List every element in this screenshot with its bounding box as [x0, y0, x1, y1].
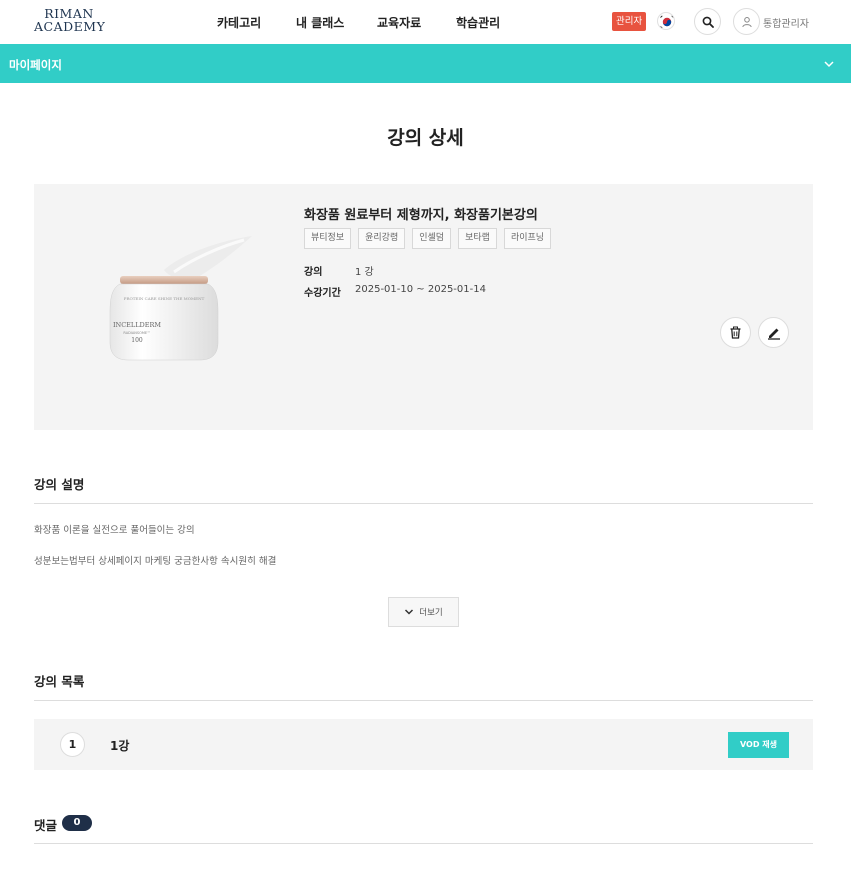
korea-flag-icon[interactable] — [657, 12, 675, 30]
user-icon — [741, 16, 752, 27]
edit-button[interactable] — [758, 317, 789, 348]
description-title: 강의 설명 — [34, 477, 85, 492]
nav-edu-materials[interactable]: 교육자료 — [377, 14, 421, 31]
top-header: RIMAN ACADEMY 카테고리 내 클래스 교육자료 학습관리 관리자 통… — [0, 0, 851, 44]
course-thumbnail: PROTEIN CARE SHINE THE MOMENT INCELLDERM… — [109, 236, 252, 361]
period-value: 2025-01-10 ~ 2025-01-14 — [355, 284, 486, 295]
comments-title: 댓글 — [34, 818, 58, 833]
more-button[interactable]: 더보기 — [388, 597, 459, 627]
mypage-bar[interactable]: 마이페이지 — [0, 44, 851, 83]
lecture-count-label: 강의 — [304, 267, 323, 278]
nav-learning-management[interactable]: 학습관리 — [456, 14, 500, 31]
tag[interactable]: 보타랩 — [458, 228, 497, 249]
comment-count-badge: 0 — [62, 815, 92, 831]
period-label: 수강기간 — [304, 288, 341, 299]
chevron-down-icon[interactable] — [823, 58, 835, 70]
pencil-icon — [767, 328, 780, 340]
tag[interactable]: 뷰티정보 — [304, 228, 352, 249]
jar-sub-text: RADIANSOME™ — [123, 331, 150, 335]
lecture-row: 1 1강 VOD 재생 — [34, 719, 813, 770]
search-icon — [702, 16, 714, 28]
vod-play-button[interactable]: VOD 재생 — [728, 732, 789, 758]
tag[interactable]: 라이프닝 — [503, 228, 552, 249]
chevron-down-icon — [405, 609, 414, 615]
mypage-label: 마이페이지 — [9, 58, 62, 72]
lecture-name[interactable]: 1강 — [110, 737, 129, 754]
tag[interactable]: 인셀덤 — [412, 228, 452, 249]
more-label: 더보기 — [419, 608, 443, 618]
lecture-count-value: 1 강 — [355, 267, 374, 278]
tag[interactable]: 윤리강령 — [358, 228, 406, 249]
course-title: 화장품 원료부터 제형까지, 화장품기본강의 — [304, 208, 538, 223]
description-line: 화장품 이론을 실전으로 풀어들이는 강의 — [34, 525, 195, 536]
divider — [34, 700, 813, 701]
main-nav: 카테고리 내 클래스 교육자료 학습관리 — [0, 14, 851, 32]
admin-badge[interactable]: 관리자 — [612, 12, 647, 31]
search-button[interactable] — [694, 8, 721, 35]
jar-num-text: 100 — [131, 337, 143, 344]
course-tags: 뷰티정보 윤리강령 인셀덤 보타랩 라이프닝 — [304, 228, 552, 249]
user-avatar-button[interactable] — [733, 8, 760, 35]
nav-category[interactable]: 카테고리 — [217, 14, 261, 31]
lecture-number: 1 — [60, 732, 85, 757]
divider — [34, 843, 813, 844]
nav-my-class[interactable]: 내 클래스 — [296, 14, 344, 31]
delete-button[interactable] — [720, 317, 751, 348]
jar-cap-text: PROTEIN CARE SHINE THE MOMENT — [124, 296, 205, 301]
page-title: 강의 상세 — [387, 127, 464, 149]
description-line: 성분보는법부터 상세페이지 마케팅 궁금한사항 속시원히 해결 — [34, 556, 277, 567]
jar-brand-text: INCELLDERM — [113, 321, 161, 329]
trash-icon — [730, 326, 741, 339]
user-name[interactable]: 통합관리자 — [763, 15, 809, 30]
lecture-list-title: 강의 목록 — [34, 674, 85, 689]
divider — [34, 503, 813, 504]
